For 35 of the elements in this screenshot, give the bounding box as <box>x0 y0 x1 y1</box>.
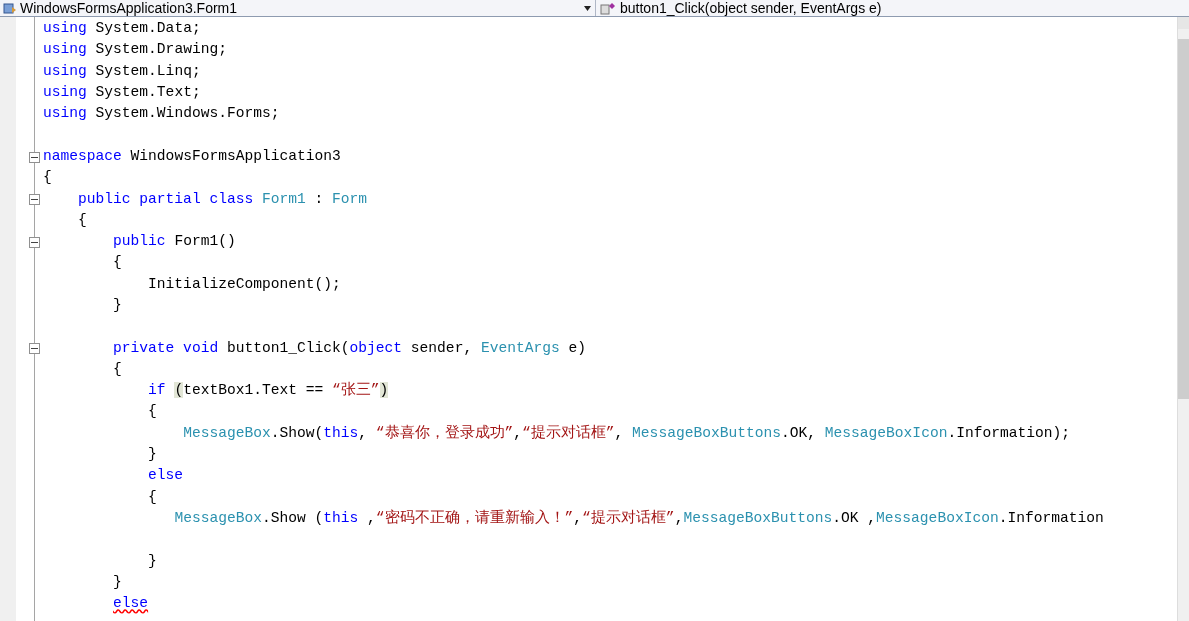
code-line: { <box>112 359 122 379</box>
collapse-icon[interactable] <box>29 236 40 248</box>
code-line: else <box>147 466 184 486</box>
code-line: using System.Linq; <box>43 61 201 81</box>
code-line: } <box>112 572 122 592</box>
vertical-scrollbar[interactable] <box>1177 17 1189 621</box>
code-line: public Form1() <box>112 232 236 252</box>
code-line: } <box>112 296 122 315</box>
code-line: InitializeComponent(); <box>147 274 341 294</box>
code-line: public partial class Form1 : Form <box>77 189 368 209</box>
collapse-icon[interactable] <box>29 194 40 206</box>
code-line: using System.Text; <box>43 83 201 103</box>
code-line: if (textBox1.Text == “张三”) <box>147 381 389 401</box>
code-line: MessageBox.Show(this, “恭喜你，登录成功”,“提示对话框”, MessageBoxButtons.OK, MessageBoxIcon.Information); <box>182 423 1070 443</box>
code-line: { <box>147 402 157 422</box>
code-line: } <box>147 445 157 465</box>
code-line: MessageBox.Show (this ,“密码不正确，请重新输入！”,“提示对话框”,MessageBoxButtons.OK ,MessageBoxIcon.Information <box>173 508 1104 528</box>
type-dropdown[interactable]: WindowsFormsApplication3.Form1 <box>0 0 596 16</box>
code-line: { <box>112 253 122 273</box>
code-line: { <box>77 210 87 230</box>
class-icon <box>2 1 18 15</box>
code-line: } <box>147 551 157 571</box>
code-line: private void button1_Click(object sender, EventArgs e) <box>112 338 586 358</box>
method-icon <box>600 1 618 15</box>
code-line: else <box>112 594 149 614</box>
caret-icon <box>584 5 591 11</box>
collapse-icon[interactable] <box>29 151 40 163</box>
code-line: using System.Data; <box>43 19 201 39</box>
collapse-icon[interactable] <box>29 343 40 355</box>
code-line: { <box>147 487 157 507</box>
code-line: using System.Drawing; <box>43 40 227 60</box>
code-line: { <box>43 168 52 188</box>
member-dropdown[interactable]: button1_Click(object sender, EventArgs e) <box>596 0 1177 16</box>
code-line: namespace WindowsFormsApplication3 <box>43 146 341 166</box>
code-line: using System.Windows.Forms; <box>43 104 280 124</box>
